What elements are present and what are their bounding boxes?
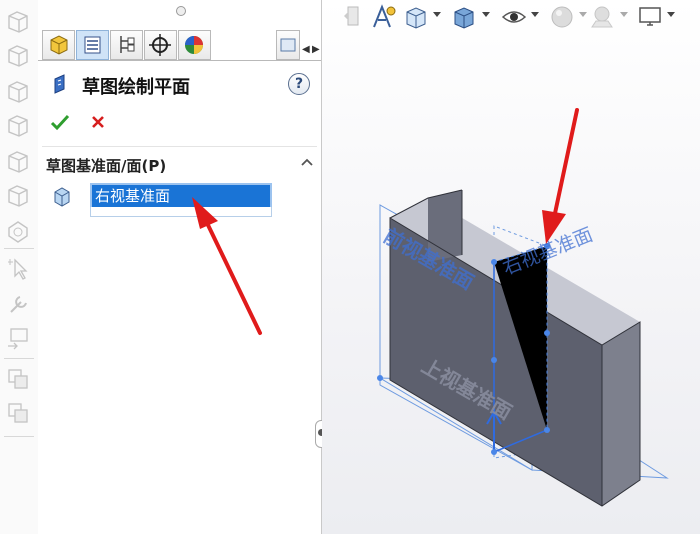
part-icon xyxy=(50,35,68,55)
box-view-icon[interactable] xyxy=(5,42,31,68)
divider xyxy=(4,436,34,437)
panel-grip-icon[interactable] xyxy=(176,6,186,16)
screen-arrow-icon[interactable] xyxy=(5,326,31,352)
annotation-arrow xyxy=(192,197,262,335)
tab-display-manager[interactable] xyxy=(178,30,211,60)
tab-bar-divider xyxy=(38,60,321,61)
divider xyxy=(4,248,34,249)
select-cursor-icon[interactable] xyxy=(5,256,31,282)
section-divider xyxy=(42,146,317,147)
annotation-arrow-line xyxy=(552,108,579,220)
box-view-icon[interactable] xyxy=(5,78,31,104)
divider xyxy=(4,358,34,359)
x-icon[interactable] xyxy=(90,114,106,130)
property-list-icon xyxy=(84,36,101,54)
scroll-left-icon[interactable]: ◀ xyxy=(302,44,310,55)
chevron-up-icon[interactable] xyxy=(300,157,314,167)
tab-property-manager[interactable] xyxy=(76,30,109,60)
section-title: 草图基准面/面(P) xyxy=(46,157,167,175)
crosshair-icon xyxy=(149,34,171,56)
tab-configuration-manager[interactable] xyxy=(110,30,143,60)
tab-more[interactable] xyxy=(276,30,300,60)
left-toolbar-strip xyxy=(0,0,39,534)
plane-cube-icon xyxy=(54,187,70,207)
copy-layers-icon[interactable] xyxy=(5,366,31,392)
graphics-viewport[interactable]: 前视基准面 右视基准面 上视基准面 xyxy=(322,0,700,534)
tab-dimxpert[interactable] xyxy=(144,30,177,60)
property-manager-panel: ◀ ▶ 草图绘制平面 ? 草图基准面/面(P) 右视基准面 xyxy=(38,0,321,534)
checkmark-icon[interactable] xyxy=(50,113,70,131)
help-button[interactable]: ? xyxy=(288,73,310,95)
box-view-icon[interactable] xyxy=(5,8,31,34)
box-view-icon[interactable] xyxy=(5,182,31,208)
color-ball-icon xyxy=(185,36,203,54)
box-view-icon[interactable] xyxy=(5,112,31,138)
tree-icon xyxy=(120,36,135,53)
sketch-plane-icon xyxy=(54,74,65,94)
model-view[interactable]: 前视基准面 右视基准面 上视基准面 xyxy=(322,0,700,534)
wrench-icon[interactable] xyxy=(5,292,31,318)
scroll-right-icon[interactable]: ▶ xyxy=(312,44,320,55)
box-view-icon[interactable] xyxy=(5,148,31,174)
copy-layers-icon[interactable] xyxy=(5,400,31,426)
folder-icon xyxy=(280,38,296,52)
panel-title: 草图绘制平面 xyxy=(82,77,190,98)
tab-feature-manager[interactable] xyxy=(42,30,75,60)
normal-to-icon[interactable] xyxy=(5,218,31,244)
